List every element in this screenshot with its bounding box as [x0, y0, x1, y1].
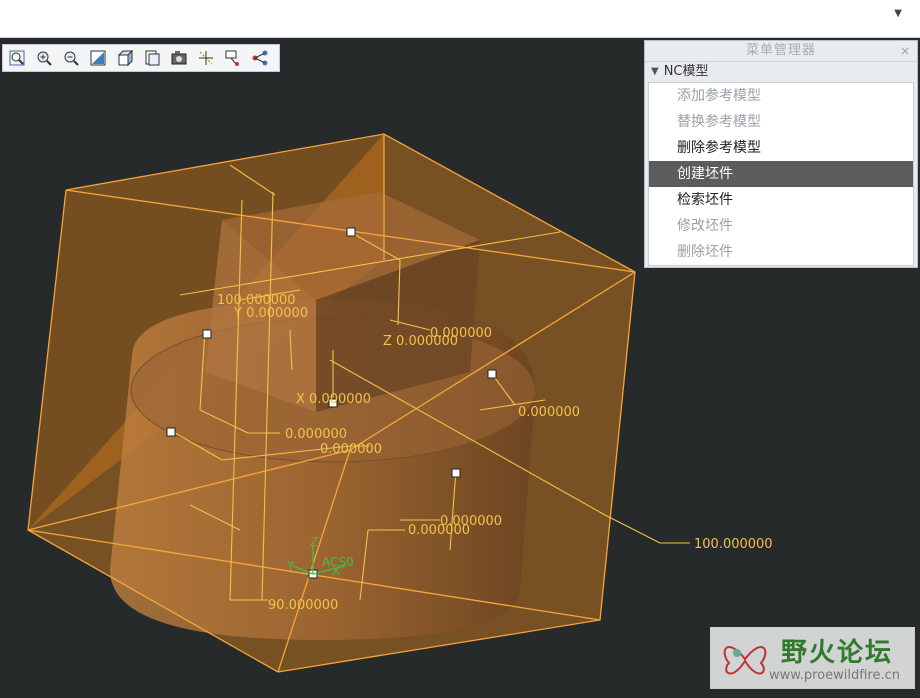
drag-handle[interactable] — [487, 369, 497, 379]
dimension-label[interactable]: 0.000000 — [408, 523, 470, 538]
dimension-label[interactable]: 0.000000 — [285, 427, 347, 442]
menu-item-delete-workpiece[interactable]: 删除坯件 — [649, 239, 913, 265]
menu-section-nc-model[interactable]: ▼ NC模型 — [645, 62, 917, 82]
butterfly-logo-icon — [723, 646, 767, 675]
watermark-title: 野火论坛 — [781, 638, 894, 668]
dimension-label[interactable]: Y 0.000000 — [233, 306, 308, 321]
annotation-display-icon[interactable] — [221, 46, 245, 70]
svg-text:Z: Z — [310, 535, 318, 549]
spin-center-icon[interactable] — [248, 46, 272, 70]
menu-manager-panel: 菜单管理器 × ▼ NC模型 添加参考模型 替换参考模型 删除参考模型 创建坯件… — [644, 40, 918, 268]
view-toolbar — [2, 44, 280, 72]
zoom-out-icon[interactable] — [59, 46, 83, 70]
display-style-icon[interactable] — [113, 46, 137, 70]
menu-item-modify-workpiece[interactable]: 修改坯件 — [649, 213, 913, 239]
camera-icon[interactable] — [167, 46, 191, 70]
menu-section-label: NC模型 — [663, 64, 709, 79]
zoom-fit-icon[interactable] — [5, 46, 29, 70]
drag-handle[interactable] — [451, 468, 461, 478]
menu-item-list: 添加参考模型 替换参考模型 删除参考模型 创建坯件 检索坯件 修改坯件 删除坯件 — [648, 82, 914, 266]
menu-manager-title: 菜单管理器 × — [645, 41, 917, 62]
zoom-in-icon[interactable] — [32, 46, 56, 70]
menu-item-create-workpiece[interactable]: 创建坯件 — [649, 161, 913, 187]
ribbon-area: ▼ — [0, 0, 920, 38]
dimension-label[interactable]: 0.000000 — [320, 442, 382, 457]
menu-manager-title-text: 菜单管理器 — [745, 43, 816, 58]
datum-display-icon[interactable] — [194, 46, 218, 70]
dimension-label[interactable]: 100.000000 — [694, 537, 773, 552]
close-icon[interactable]: × — [900, 41, 911, 61]
svg-text:Y: Y — [286, 559, 295, 573]
menu-item-replace-reference-model[interactable]: 替换参考模型 — [649, 109, 913, 135]
forum-watermark: 野火论坛 www.proewildfire.cn — [710, 627, 915, 689]
menu-item-retrieve-workpiece[interactable]: 检索坯件 — [649, 187, 913, 213]
ribbon-dropdown-icon[interactable]: ▼ — [894, 8, 902, 19]
saved-views-icon[interactable] — [140, 46, 164, 70]
dimension-label[interactable]: X 0.000000 — [296, 392, 371, 407]
watermark-url: www.proewildfire.cn — [769, 668, 900, 683]
drag-handle[interactable] — [166, 427, 176, 437]
drag-handle[interactable] — [346, 227, 356, 237]
svg-text:X: X — [332, 564, 340, 578]
repaint-icon[interactable] — [86, 46, 110, 70]
menu-item-add-reference-model[interactable]: 添加参考模型 — [649, 83, 913, 109]
dimension-label[interactable]: 0.000000 — [518, 405, 580, 420]
drag-handle[interactable] — [202, 329, 212, 339]
menu-item-delete-reference-model[interactable]: 删除参考模型 — [649, 135, 913, 161]
dimension-label[interactable]: 90.000000 — [268, 598, 338, 613]
dimension-label[interactable]: Z 0.000000 — [383, 334, 458, 349]
collapse-triangle-icon[interactable]: ▼ — [651, 62, 659, 82]
